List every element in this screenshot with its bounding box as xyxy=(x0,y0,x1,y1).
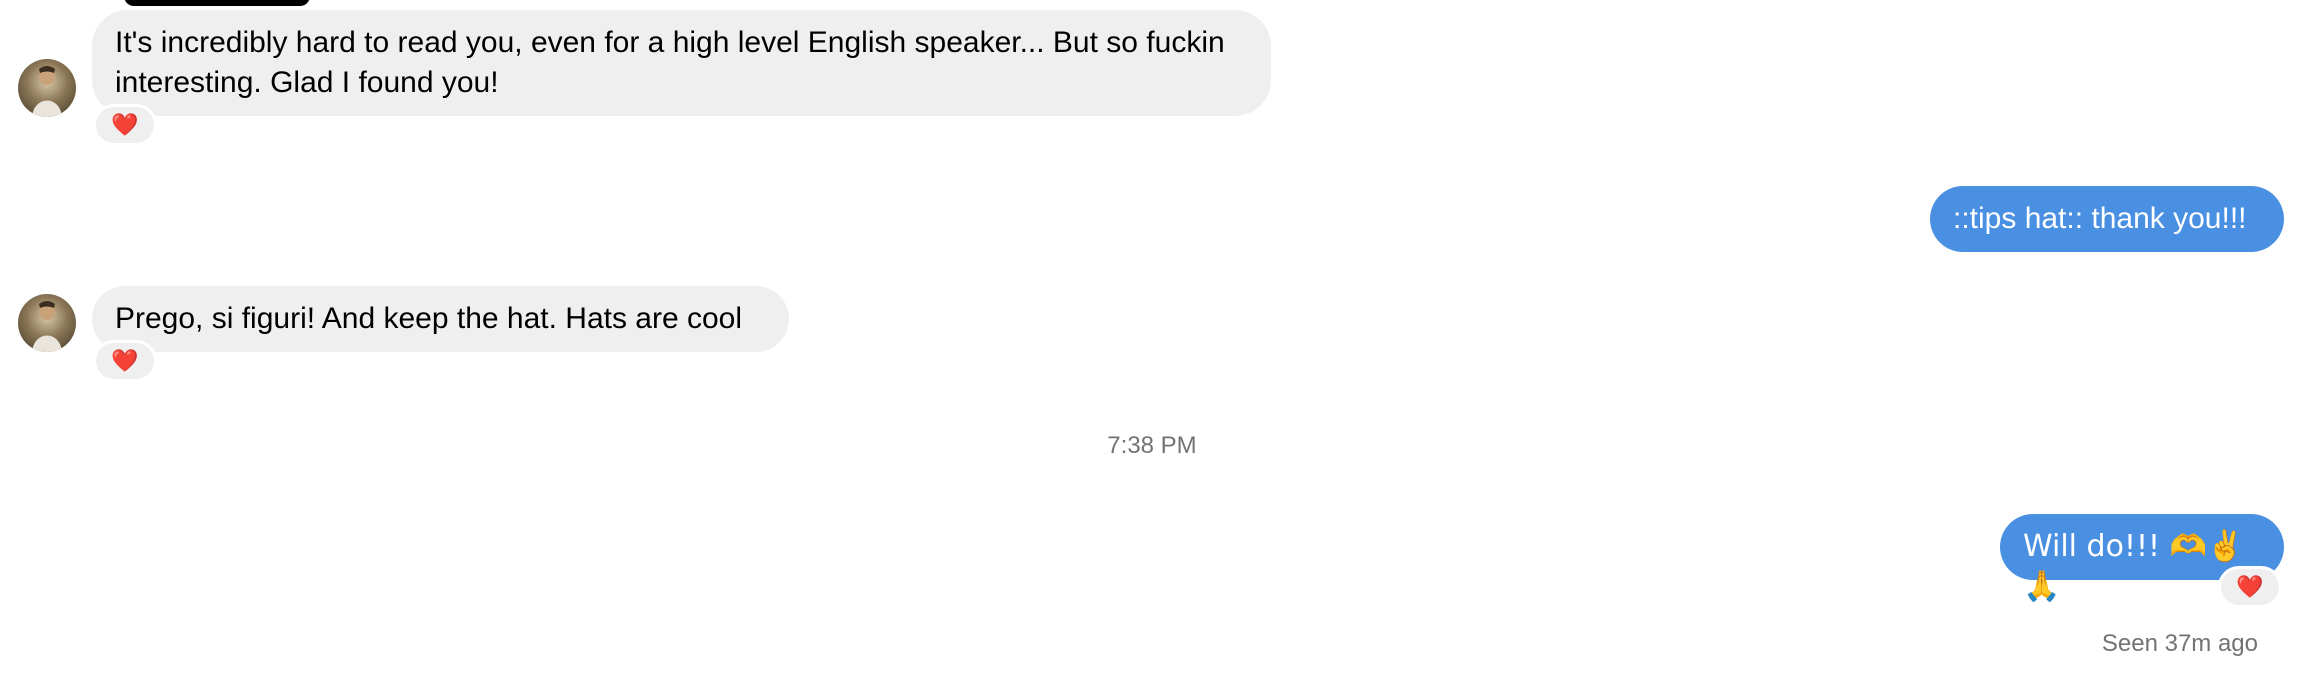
seen-status: Seen 37m ago xyxy=(2101,630,2258,657)
heart-reaction-icon[interactable]: ❤️ xyxy=(93,340,157,382)
message-bubble-incoming[interactable]: Prego, si figuri! And keep the hat. Hats… xyxy=(92,286,789,352)
heart-reaction-icon[interactable]: ❤️ xyxy=(93,104,157,146)
message-bubble-incoming[interactable]: It's incredibly hard to read you, even f… xyxy=(92,10,1271,116)
previous-message-fragment xyxy=(124,0,310,6)
heart-reaction-icon[interactable]: ❤️ xyxy=(2218,566,2282,608)
message-timestamp: 7:38 PM xyxy=(1107,432,1197,459)
avatar-image xyxy=(32,301,62,352)
message-bubble-outgoing[interactable]: ::tips hat:: thank you!!! xyxy=(1930,186,2284,252)
sender-avatar[interactable] xyxy=(18,59,76,117)
avatar-image xyxy=(32,66,62,117)
sender-avatar[interactable] xyxy=(18,294,76,352)
